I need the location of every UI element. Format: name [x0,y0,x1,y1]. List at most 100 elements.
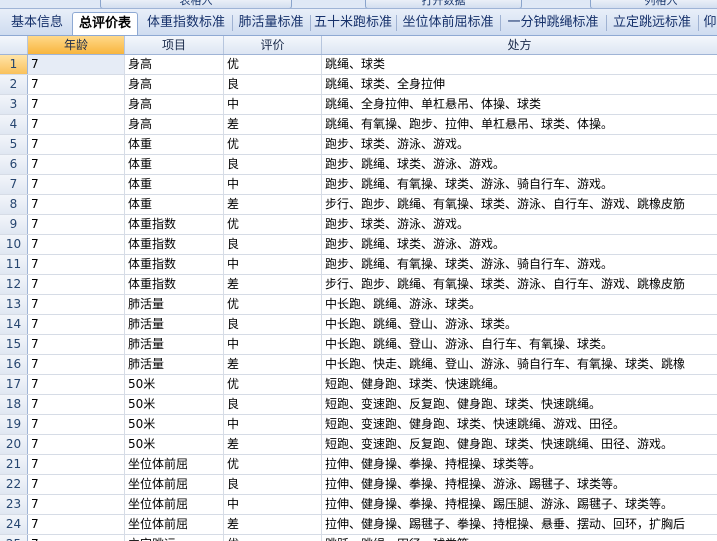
top-button-2[interactable]: 打开数据 [365,0,522,8]
item-cell[interactable]: 肺活量 [125,315,224,334]
tab-truncated[interactable]: 仰 [700,12,717,34]
age-cell[interactable]: 7 [28,255,125,274]
table-row[interactable]: 14 7 肺活量良中长跑、跳绳、登山、游泳、球类。 [0,315,717,335]
table-row[interactable]: 16 7 肺活量差中长跑、快走、跳绳、登山、游泳、骑自行车、有氧操、球类、跳橡 [0,355,717,375]
age-cell[interactable]: 7 [28,135,125,154]
prescription-cell[interactable]: 拉伸、健身操、拳操、持棍操、踢压腿、游泳、踢毽子、球类等。 [322,495,717,514]
column-header-age[interactable]: 年龄 [28,36,125,54]
evaluation-cell[interactable]: 良 [224,315,322,334]
age-cell[interactable]: 7 [28,515,125,534]
table-row[interactable]: 11 7 体重指数中跑步、跳绳、有氧操、球类、游泳、骑自行车、游戏。 [0,255,717,275]
row-number[interactable]: 13 [0,295,28,314]
age-cell[interactable]: 7 [28,495,125,514]
item-cell[interactable]: 肺活量 [125,295,224,314]
tab-sit-reach-standard[interactable]: 坐位体前屈标准 [398,12,498,34]
top-button-3[interactable]: 列格入 [590,0,717,8]
prescription-cell[interactable]: 拉伸、健身操、拳操、持棍操、球类等。 [322,455,717,474]
evaluation-cell[interactable]: 差 [224,515,322,534]
row-number[interactable]: 9 [0,215,28,234]
table-row[interactable]: 15 7 肺活量中中长跑、跳绳、登山、游泳、自行车、有氧操、球类。 [0,335,717,355]
table-row[interactable]: 3 7 身高中跳绳、全身拉伸、单杠悬吊、体操、球类 [0,95,717,115]
evaluation-cell[interactable]: 差 [224,275,322,294]
table-row[interactable]: 17 7 50米优短跑、健身跑、球类、快速跳绳。 [0,375,717,395]
age-cell[interactable]: 7 [28,175,125,194]
prescription-cell[interactable]: 拉伸、健身操、拳操、持棍操、游泳、踢毽子、球类等。 [322,475,717,494]
age-cell[interactable]: 7 [28,475,125,494]
tab-bmi-standard[interactable]: 体重指数标准 [142,12,230,34]
item-cell[interactable]: 体重指数 [125,235,224,254]
row-number[interactable]: 21 [0,455,28,474]
evaluation-cell[interactable]: 优 [224,215,322,234]
evaluation-cell[interactable]: 中 [224,415,322,434]
row-number[interactable]: 3 [0,95,28,114]
evaluation-cell[interactable]: 良 [224,75,322,94]
age-cell[interactable]: 7 [28,455,125,474]
row-number[interactable]: 24 [0,515,28,534]
row-number[interactable]: 11 [0,255,28,274]
row-number[interactable]: 15 [0,335,28,354]
row-number[interactable]: 8 [0,195,28,214]
item-cell[interactable]: 体重指数 [125,275,224,294]
tab-basic-info[interactable]: 基本信息 [6,12,68,34]
column-header-prescription[interactable]: 处方 [322,36,717,54]
age-cell[interactable]: 7 [28,335,125,354]
row-number[interactable]: 6 [0,155,28,174]
column-header-item[interactable]: 项目 [125,36,224,54]
row-number[interactable]: 5 [0,135,28,154]
table-row[interactable]: 12 7 体重指数差步行、跑步、跳绳、有氧操、球类、游泳、自行车、游戏、跳橡皮筋 [0,275,717,295]
item-cell[interactable]: 坐位体前屈 [125,455,224,474]
item-cell[interactable]: 身高 [125,75,224,94]
row-number[interactable]: 14 [0,315,28,334]
item-cell[interactable]: 50米 [125,395,224,414]
prescription-cell[interactable]: 拉伸、健身操、踢毽子、拳操、持棍操、悬垂、摆动、回环，扩胸后 [322,515,717,534]
top-button-1[interactable]: 表格入 [100,0,292,8]
prescription-cell[interactable]: 中长跑、跳绳、游泳、球类。 [322,295,717,314]
row-number[interactable]: 16 [0,355,28,374]
evaluation-cell[interactable]: 良 [224,155,322,174]
tab-overall-evaluation[interactable]: 总评价表 [72,12,138,35]
tab-rope-skipping-standard[interactable]: 一分钟跳绳标准 [502,12,604,34]
age-cell[interactable]: 7 [28,195,125,214]
tab-50m-run-standard[interactable]: 五十米跑标准 [312,12,394,34]
evaluation-cell[interactable]: 良 [224,235,322,254]
evaluation-cell[interactable]: 差 [224,195,322,214]
evaluation-cell[interactable]: 优 [224,295,322,314]
row-number[interactable]: 12 [0,275,28,294]
age-cell[interactable]: 7 [28,55,125,74]
corner-cell[interactable] [0,36,28,54]
item-cell[interactable]: 50米 [125,435,224,454]
row-number[interactable]: 7 [0,175,28,194]
table-row[interactable]: 13 7 肺活量优中长跑、跳绳、游泳、球类。 [0,295,717,315]
evaluation-cell[interactable]: 差 [224,115,322,134]
prescription-cell[interactable]: 步行、跑步、跳绳、有氧操、球类、游泳、自行车、游戏、跳橡皮筋 [322,195,717,214]
item-cell[interactable]: 身高 [125,95,224,114]
evaluation-cell[interactable]: 良 [224,475,322,494]
row-number[interactable]: 19 [0,415,28,434]
table-row[interactable]: 19 7 50米中短跑、变速跑、健身跑、球类、快速跳绳、游戏、田径。 [0,415,717,435]
item-cell[interactable]: 体重 [125,175,224,194]
row-number[interactable]: 17 [0,375,28,394]
item-cell[interactable]: 体重指数 [125,215,224,234]
table-row[interactable]: 23 7 坐位体前屈中拉伸、健身操、拳操、持棍操、踢压腿、游泳、踢毽子、球类等。 [0,495,717,515]
table-row[interactable]: 24 7 坐位体前屈差拉伸、健身操、踢毽子、拳操、持棍操、悬垂、摆动、回环，扩胸后 [0,515,717,535]
table-row[interactable]: 1 7 身高优跳绳、球类 [0,55,717,75]
item-cell[interactable]: 身高 [125,55,224,74]
evaluation-cell[interactable]: 中 [224,255,322,274]
item-cell[interactable]: 身高 [125,115,224,134]
evaluation-cell[interactable]: 中 [224,95,322,114]
prescription-cell[interactable]: 跑步、跳绳、球类、游泳、游戏。 [322,155,717,174]
prescription-cell[interactable]: 跑步、球类、游泳、游戏。 [322,215,717,234]
prescription-cell[interactable]: 短跑、变速跑、健身跑、球类、快速跳绳、游戏、田径。 [322,415,717,434]
prescription-cell[interactable]: 中长跑、快走、跳绳、登山、游泳、骑自行车、有氧操、球类、跳橡 [322,355,717,374]
item-cell[interactable]: 50米 [125,375,224,394]
row-number[interactable]: 20 [0,435,28,454]
table-row[interactable]: 20 7 50米差短跑、变速跑、反复跑、健身跑、球类、快速跳绳、田径、游戏。 [0,435,717,455]
table-row[interactable]: 257立定跳远优跳跃、跳绳、田径、球类等。 [0,535,717,541]
item-cell[interactable]: 体重 [125,195,224,214]
prescription-cell[interactable]: 短跑、变速跑、反复跑、健身跑、球类、快速跳绳、田径、游戏。 [322,435,717,454]
evaluation-cell[interactable]: 优 [224,455,322,474]
prescription-cell[interactable]: 跳绳、有氧操、跑步、拉伸、单杠悬吊、球类、体操。 [322,115,717,134]
item-cell[interactable]: 肺活量 [125,355,224,374]
row-number[interactable]: 10 [0,235,28,254]
prescription-cell[interactable]: 跳绳、球类、全身拉伸 [322,75,717,94]
